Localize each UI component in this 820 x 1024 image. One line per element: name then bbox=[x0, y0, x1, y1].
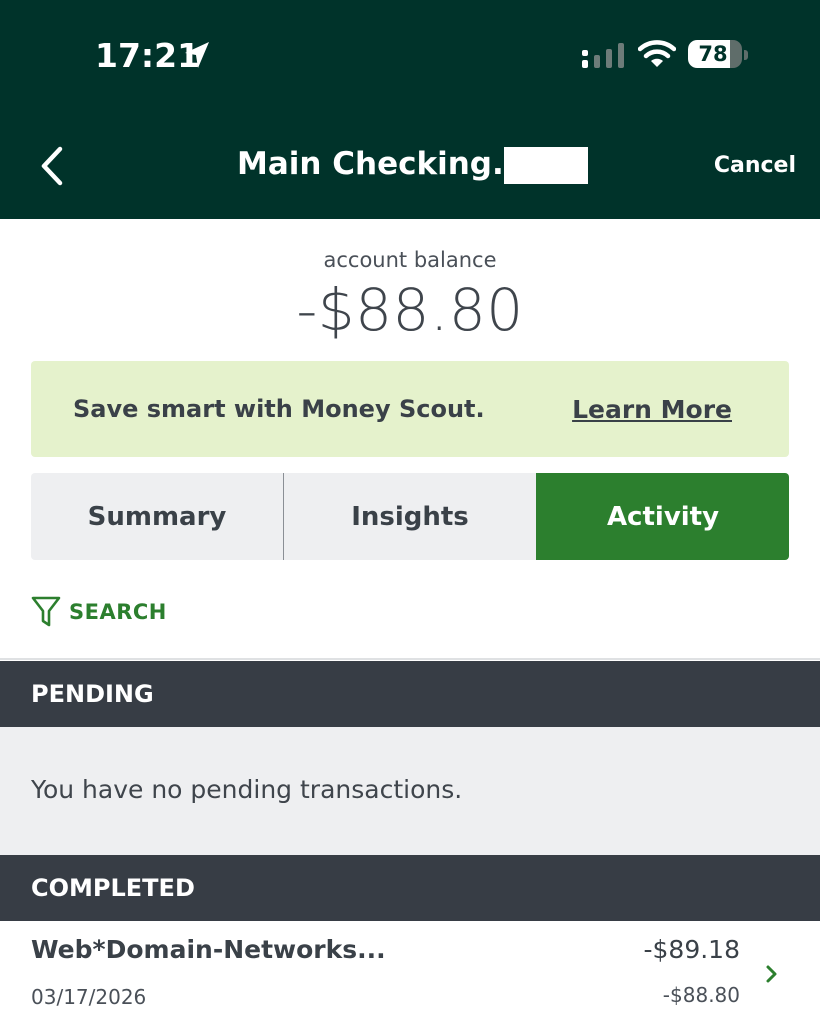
battery-tip bbox=[744, 50, 748, 60]
promo-text: Save smart with Money Scout. bbox=[73, 395, 485, 423]
transaction-running-balance: -$88.80 bbox=[662, 983, 740, 1007]
wifi-icon bbox=[638, 40, 676, 67]
balance-value: -$88.80 bbox=[296, 276, 524, 344]
transaction-date: 03/17/2026 bbox=[31, 985, 147, 1009]
transaction-name: Web*Domain-Networks... bbox=[31, 935, 386, 964]
location-arrow-icon bbox=[185, 42, 209, 68]
battery-level: 78 bbox=[698, 42, 728, 66]
cancel-button[interactable]: Cancel bbox=[714, 153, 796, 178]
completed-header-label: COMPLETED bbox=[31, 874, 195, 902]
search-label: SEARCH bbox=[69, 600, 167, 624]
chevron-right-icon bbox=[766, 965, 777, 983]
chevron-left-icon[interactable] bbox=[34, 144, 74, 188]
learn-more-link[interactable]: Learn More bbox=[572, 395, 732, 424]
filter-icon bbox=[31, 596, 61, 627]
search-button[interactable]: SEARCH bbox=[31, 594, 167, 630]
divider bbox=[0, 658, 820, 660]
tab-insights[interactable]: Insights bbox=[283, 473, 536, 560]
cellular-signal-icon bbox=[582, 43, 624, 68]
tab-activity[interactable]: Activity bbox=[536, 473, 789, 560]
page-title: Main Checking... bbox=[237, 146, 528, 182]
pending-header-label: PENDING bbox=[31, 680, 154, 708]
promo-banner: Save smart with Money Scout. Learn More bbox=[31, 361, 789, 457]
battery-body: 78 bbox=[688, 40, 742, 68]
tab-summary[interactable]: Summary bbox=[31, 473, 283, 560]
transaction-amount: -$89.18 bbox=[643, 935, 741, 964]
account-tabs: Summary Insights Activity bbox=[31, 473, 789, 560]
balance-label: account balance bbox=[323, 248, 497, 272]
pending-header: PENDING bbox=[0, 661, 820, 727]
pending-empty-message: You have no pending transactions. bbox=[31, 775, 463, 804]
redaction-box bbox=[504, 147, 588, 184]
pending-section: You have no pending transactions. bbox=[0, 727, 820, 855]
battery-icon: 78 bbox=[688, 40, 748, 70]
completed-header: COMPLETED bbox=[0, 855, 820, 921]
status-bar: 17:21 78 bbox=[0, 0, 820, 110]
app-header: 17:21 78 Main Checking... Cancel bbox=[0, 0, 820, 219]
nav-bar: Main Checking... Cancel bbox=[0, 110, 820, 219]
transaction-row[interactable]: Web*Domain-Networks... 03/17/2026 -$89.1… bbox=[0, 921, 820, 1024]
